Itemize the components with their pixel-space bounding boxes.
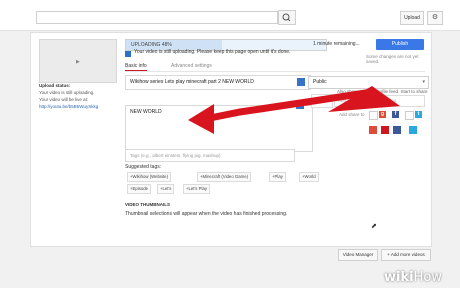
twitter-share-icon[interactable] <box>409 126 417 134</box>
description-field[interactable]: NEW WORLD <box>125 105 313 152</box>
suggested-tags-label: Suggested tags: <box>125 164 162 170</box>
upload-status-line1: Your video is still uploading. <box>39 90 95 95</box>
message-icon <box>296 101 304 109</box>
suggested-tag[interactable]: +Episode <box>127 184 152 194</box>
video-link[interactable]: http://youtu.be/b5B5WuySkkg <box>39 104 98 109</box>
tags-input[interactable]: Tags (e.g., albert einstein, flying pig,… <box>125 149 295 162</box>
suggested-tag[interactable]: +Wikihow (Website) <box>127 172 172 182</box>
top-bar: Upload ⚙ <box>0 0 460 31</box>
cursor-icon: ⬈ <box>371 223 377 230</box>
suggested-tag[interactable]: +Let's Play <box>183 184 211 194</box>
upload-status-line2: Your video will be live at: <box>39 97 89 102</box>
watermark-how: How <box>413 270 442 285</box>
share-icon[interactable] <box>381 126 389 134</box>
google-plus-share-icon[interactable] <box>369 126 377 134</box>
publish-button[interactable]: Publish <box>376 39 424 50</box>
watermark-wiki: wiki <box>384 270 414 285</box>
search-button[interactable] <box>278 10 296 25</box>
google-plus-icon[interactable]: g <box>379 111 386 118</box>
chevron-down-icon: ▾ <box>422 79 425 85</box>
saved-note: Some changes are not yet saved. <box>366 54 419 64</box>
facebook-share-icon[interactable] <box>393 126 401 134</box>
suggested-tag[interactable]: +Minecraft (Video Game) <box>197 172 252 182</box>
suggested-tag[interactable]: +Let's <box>157 184 175 194</box>
suggested-tag[interactable]: +World <box>299 172 319 182</box>
privacy-select[interactable]: Public ▾ <box>308 76 429 89</box>
privacy-icon <box>297 78 305 86</box>
upload-status-title: Upload status: <box>39 83 71 88</box>
search-input[interactable] <box>36 11 278 24</box>
facebook-icon[interactable]: f <box>392 111 399 118</box>
suggested-tag[interactable]: +Play <box>269 172 286 182</box>
share-message-input[interactable]: Add a message to your video <box>334 95 425 107</box>
video-thumbnails-text: Thumbnail selections will appear when th… <box>125 211 288 217</box>
video-thumbnail: ▶ <box>39 39 117 83</box>
upload-info-message: Your video is still uploading. Please ke… <box>134 49 291 55</box>
gear-icon[interactable]: ⚙ <box>427 11 443 25</box>
video-thumbnails-label: VIDEO THUMBNAILS <box>125 202 170 207</box>
upload-status: Upload status: Your video is still uploa… <box>39 82 115 110</box>
checkbox-icon[interactable] <box>405 111 414 120</box>
tabs-divider <box>125 71 425 72</box>
info-icon <box>125 51 131 57</box>
add-more-videos-button[interactable]: + Add more videos <box>381 249 431 261</box>
tab-advanced-settings[interactable]: Advanced settings <box>171 63 212 69</box>
title-field[interactable]: Wikihow series Lets play minecraft part … <box>125 75 311 90</box>
time-remaining: 1 minute remaining... <box>313 41 360 47</box>
twitter-icon[interactable]: t <box>415 111 422 118</box>
add-share-label: Add share to <box>339 112 365 117</box>
tab-basic-info[interactable]: Basic info <box>125 63 147 71</box>
checkbox-icon[interactable] <box>369 111 378 120</box>
upload-card: ▶ Upload status: Your video is still upl… <box>30 32 432 247</box>
search-icon <box>282 13 291 22</box>
play-icon: ▶ <box>76 59 80 65</box>
video-manager-button[interactable]: Video Manager <box>338 249 378 261</box>
upload-button[interactable]: Upload <box>400 11 424 25</box>
wikihow-watermark: wikiHow <box>384 270 442 285</box>
privacy-value: Public <box>313 79 327 85</box>
channel-avatar: wiki HOW <box>311 94 333 108</box>
